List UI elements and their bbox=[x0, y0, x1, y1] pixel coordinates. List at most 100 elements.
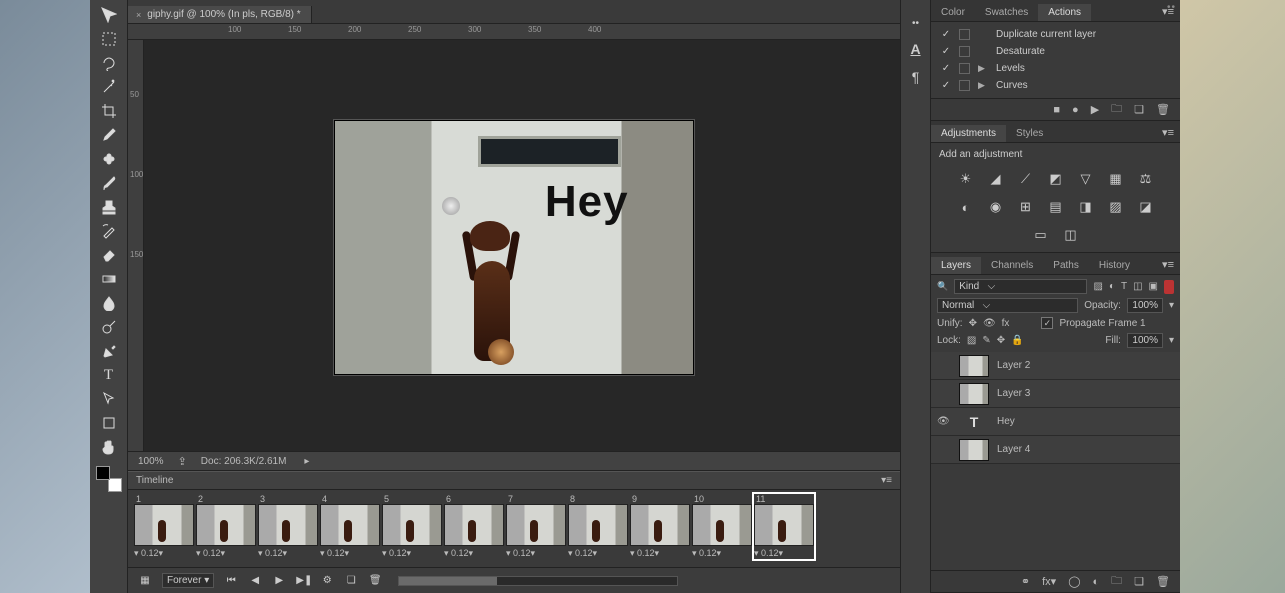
action-dialog-toggle[interactable] bbox=[959, 63, 970, 74]
shape-tool[interactable] bbox=[98, 412, 120, 434]
ruler-horizontal[interactable]: 100 150 200 250 300 350 400 bbox=[128, 24, 900, 40]
layer-name[interactable]: Layer 2 bbox=[997, 360, 1030, 371]
eraser-tool[interactable] bbox=[98, 244, 120, 266]
panel-menu-icon[interactable]: ▾≡ bbox=[881, 475, 892, 486]
timeline-frame[interactable]: 9▾ 0.12▾ bbox=[630, 494, 690, 559]
action-toggle-icon[interactable]: ✓ bbox=[941, 64, 951, 74]
play-button[interactable]: ▶ bbox=[272, 575, 286, 586]
channel-mixer-icon[interactable]: ⊞ bbox=[1016, 198, 1036, 216]
timeline-frame[interactable]: 5▾ 0.12▾ bbox=[382, 494, 442, 559]
type-tool[interactable]: T bbox=[98, 364, 120, 386]
unify-position-icon[interactable]: ✥ bbox=[969, 318, 977, 329]
stop-action-icon[interactable]: ■ bbox=[1053, 104, 1060, 116]
color-balance-icon[interactable]: ⚖ bbox=[1136, 170, 1156, 188]
timeline-frame[interactable]: 4▾ 0.12▾ bbox=[320, 494, 380, 559]
zoom-display[interactable]: 100% bbox=[138, 456, 164, 467]
timeline-frame[interactable]: 8▾ 0.12▾ bbox=[568, 494, 628, 559]
timeline-frame[interactable]: 7▾ 0.12▾ bbox=[506, 494, 566, 559]
layer-row[interactable]: 👁THey bbox=[931, 408, 1180, 436]
timeline-frame[interactable]: 2▾ 0.12▾ bbox=[196, 494, 256, 559]
frame-duration[interactable]: ▾ 0.12▾ bbox=[320, 546, 380, 559]
filter-type-icon[interactable]: T bbox=[1121, 281, 1127, 292]
selective-color-icon[interactable]: ◫ bbox=[1061, 226, 1081, 244]
canvas[interactable]: Hey bbox=[334, 120, 694, 375]
convert-timeline-icon[interactable]: ▦ bbox=[138, 575, 152, 586]
tab-adjustments[interactable]: Adjustments bbox=[931, 125, 1006, 142]
magic-wand-tool[interactable] bbox=[98, 76, 120, 98]
lasso-tool[interactable] bbox=[98, 52, 120, 74]
opacity-input[interactable]: 100% bbox=[1127, 298, 1163, 313]
color-lookup-icon[interactable]: ▤ bbox=[1046, 198, 1066, 216]
layer-fx-icon[interactable]: fx▾ bbox=[1042, 575, 1056, 588]
link-layers-icon[interactable]: ⚭ bbox=[1021, 575, 1030, 588]
tab-actions[interactable]: Actions bbox=[1038, 4, 1091, 21]
action-toggle-icon[interactable]: ✓ bbox=[941, 30, 951, 40]
unify-visibility-icon[interactable]: 👁 bbox=[983, 318, 996, 329]
timeline-scrollbar[interactable] bbox=[398, 576, 678, 586]
dodge-tool[interactable] bbox=[98, 316, 120, 338]
vibrance-icon[interactable]: ▽ bbox=[1076, 170, 1096, 188]
levels-icon[interactable]: ◢ bbox=[986, 170, 1006, 188]
action-dialog-toggle[interactable] bbox=[959, 29, 970, 40]
lock-transparency-icon[interactable]: ▨ bbox=[967, 335, 976, 346]
eyedropper-tool[interactable] bbox=[98, 124, 120, 146]
lock-position-icon[interactable]: ✥ bbox=[997, 335, 1005, 346]
layer-row[interactable]: Layer 3 bbox=[931, 380, 1180, 408]
posterize-icon[interactable]: ▨ bbox=[1106, 198, 1126, 216]
unify-style-icon[interactable]: fx bbox=[1002, 318, 1010, 329]
blur-tool[interactable] bbox=[98, 292, 120, 314]
frame-duration[interactable]: ▾ 0.12▾ bbox=[692, 546, 752, 559]
action-item[interactable]: ✓▶Levels bbox=[937, 60, 1174, 77]
new-group-icon[interactable]: 🗀 bbox=[1111, 572, 1122, 591]
lock-pixels-icon[interactable]: ✎ bbox=[982, 335, 990, 346]
hue-icon[interactable]: ▦ bbox=[1106, 170, 1126, 188]
panel-grip-icon[interactable]: •• bbox=[912, 18, 919, 29]
action-toggle-icon[interactable]: ✓ bbox=[941, 81, 951, 91]
crop-tool[interactable] bbox=[98, 100, 120, 122]
first-frame-button[interactable]: ⏮ bbox=[224, 575, 238, 586]
tab-paths[interactable]: Paths bbox=[1043, 257, 1089, 274]
frame-duration[interactable]: ▾ 0.12▾ bbox=[506, 546, 566, 559]
foreground-background-colors[interactable] bbox=[96, 466, 122, 492]
action-item[interactable]: ✓Desaturate bbox=[937, 43, 1174, 60]
bw-icon[interactable]: ◐ bbox=[956, 198, 976, 216]
action-dialog-toggle[interactable] bbox=[959, 46, 970, 57]
layer-mask-icon[interactable]: ◯ bbox=[1068, 575, 1080, 588]
paragraph-panel-icon[interactable]: ¶ bbox=[912, 69, 920, 85]
timeline-frame[interactable]: 3▾ 0.12▾ bbox=[258, 494, 318, 559]
frame-duration[interactable]: ▾ 0.12▾ bbox=[382, 546, 442, 559]
frame-duration[interactable]: ▾ 0.12▾ bbox=[630, 546, 690, 559]
layer-row[interactable]: Layer 2 bbox=[931, 352, 1180, 380]
new-action-icon[interactable]: ❏ bbox=[1134, 103, 1144, 116]
layer-name[interactable]: Hey bbox=[997, 416, 1015, 427]
frame-duration[interactable]: ▾ 0.12▾ bbox=[754, 546, 814, 559]
brightness-icon[interactable]: ☀ bbox=[956, 170, 976, 188]
fill-menu-icon[interactable]: ▾ bbox=[1169, 335, 1174, 346]
curves-icon[interactable]: ⟋ bbox=[1016, 170, 1036, 188]
layer-name[interactable]: Layer 3 bbox=[997, 388, 1030, 399]
filter-smart-icon[interactable]: ▣ bbox=[1149, 281, 1158, 292]
path-select-tool[interactable] bbox=[98, 388, 120, 410]
propagate-checkbox[interactable]: ✓ bbox=[1041, 317, 1053, 329]
invert-icon[interactable]: ◨ bbox=[1076, 198, 1096, 216]
new-set-icon[interactable]: 🗀 bbox=[1111, 100, 1122, 119]
share-icon[interactable]: ⇪ bbox=[178, 455, 187, 468]
frame-duration[interactable]: ▾ 0.12▾ bbox=[196, 546, 256, 559]
close-tab-icon[interactable]: × bbox=[136, 10, 141, 20]
brush-tool[interactable] bbox=[98, 172, 120, 194]
marquee-tool[interactable] bbox=[98, 28, 120, 50]
opacity-menu-icon[interactable]: ▾ bbox=[1169, 300, 1174, 311]
canvas-viewport[interactable]: Hey bbox=[144, 40, 900, 451]
layer-row[interactable]: Layer 4 bbox=[931, 436, 1180, 464]
ruler-vertical[interactable]: 50 100 150 bbox=[128, 40, 144, 451]
timeline-frame[interactable]: 1▾ 0.12▾ bbox=[134, 494, 194, 559]
timeline-frame[interactable]: 10▾ 0.12▾ bbox=[692, 494, 752, 559]
gradient-tool[interactable] bbox=[98, 268, 120, 290]
fill-input[interactable]: 100% bbox=[1127, 333, 1163, 348]
stamp-tool[interactable] bbox=[98, 196, 120, 218]
timeline-frame[interactable]: 6▾ 0.12▾ bbox=[444, 494, 504, 559]
tab-styles[interactable]: Styles bbox=[1006, 125, 1053, 142]
delete-action-icon[interactable]: 🗑 bbox=[1156, 103, 1170, 116]
new-layer-icon[interactable]: ❏ bbox=[1134, 575, 1144, 588]
expand-icon[interactable]: ▶ bbox=[978, 63, 988, 74]
